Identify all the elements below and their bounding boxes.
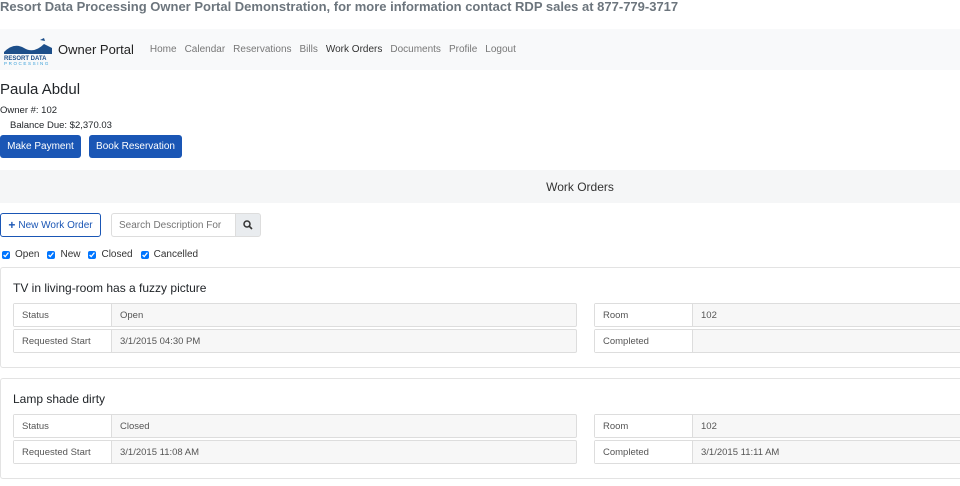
status-value: Open: [120, 309, 144, 321]
balance-due: Balance Due: $2,370.03: [10, 120, 112, 131]
filter-closed[interactable]: Closed: [88, 249, 133, 260]
book-reservation-button[interactable]: Book Reservation: [89, 135, 182, 158]
plus-icon: +: [8, 218, 16, 232]
requested-start-row: Requested Start 3/1/2015 04:30 PM: [13, 329, 577, 353]
search-icon: [243, 220, 253, 230]
status-value: Closed: [120, 420, 150, 432]
nav-profile[interactable]: Profile: [449, 44, 477, 55]
nav-work-orders[interactable]: Work Orders: [326, 44, 383, 55]
resort-data-logo[interactable]: RESORT DATA PROCESSING: [2, 34, 54, 66]
filter-new[interactable]: New: [47, 249, 80, 260]
status-filters: Open New Closed Cancelled: [2, 249, 198, 260]
filter-open[interactable]: Open: [2, 249, 39, 260]
work-order-card[interactable]: TV in living-room has a fuzzy picture St…: [0, 267, 960, 368]
make-payment-button[interactable]: Make Payment: [0, 135, 81, 158]
nav-calendar[interactable]: Calendar: [185, 44, 226, 55]
search-input[interactable]: [111, 213, 236, 237]
status-row: Status Closed: [13, 414, 577, 438]
nav-documents[interactable]: Documents: [390, 44, 441, 55]
owner-number: Owner #: 102: [0, 105, 58, 116]
filter-closed-checkbox[interactable]: [88, 250, 97, 259]
filter-new-checkbox[interactable]: [47, 250, 56, 259]
search-button[interactable]: [235, 213, 261, 237]
nav-logout[interactable]: Logout: [485, 44, 516, 55]
svg-text:PROCESSING: PROCESSING: [4, 61, 50, 66]
requested-start-row: Requested Start 3/1/2015 11:08 AM: [13, 440, 577, 464]
completed-value: [693, 330, 960, 352]
room-row: Room 102: [594, 303, 960, 327]
filter-cancelled[interactable]: Cancelled: [140, 249, 198, 260]
navbar: RESORT DATA PROCESSING Owner Portal Home …: [0, 29, 960, 70]
filter-open-checkbox[interactable]: [2, 250, 10, 259]
room-value: 102: [701, 420, 717, 432]
work-order-title: TV in living-room has a fuzzy picture: [13, 281, 207, 295]
requested-start-value: 3/1/2015 04:30 PM: [120, 335, 201, 347]
new-work-order-button[interactable]: + New Work Order: [0, 213, 101, 237]
completed-row: Completed: [594, 329, 960, 353]
completed-row: Completed 3/1/2015 11:11 AM: [594, 440, 960, 464]
brand-title[interactable]: Owner Portal: [58, 42, 134, 57]
requested-start-value: 3/1/2015 11:08 AM: [120, 446, 200, 458]
room-row: Room 102: [594, 414, 960, 438]
completed-value: 3/1/2015 11:11 AM: [701, 446, 780, 458]
work-order-card[interactable]: Lamp shade dirty Status Closed Requested …: [0, 378, 960, 479]
demo-banner: Resort Data Processing Owner Portal Demo…: [0, 0, 679, 14]
nav-reservations[interactable]: Reservations: [233, 44, 291, 55]
room-value: 102: [701, 309, 717, 321]
filter-cancelled-checkbox[interactable]: [140, 250, 149, 259]
nav-bills[interactable]: Bills: [300, 44, 318, 55]
section-title: Work Orders: [0, 170, 960, 203]
owner-name: Paula Abdul: [0, 81, 81, 98]
nav-home[interactable]: Home: [150, 44, 177, 55]
work-order-title: Lamp shade dirty: [13, 392, 106, 406]
status-row: Status Open: [13, 303, 577, 327]
